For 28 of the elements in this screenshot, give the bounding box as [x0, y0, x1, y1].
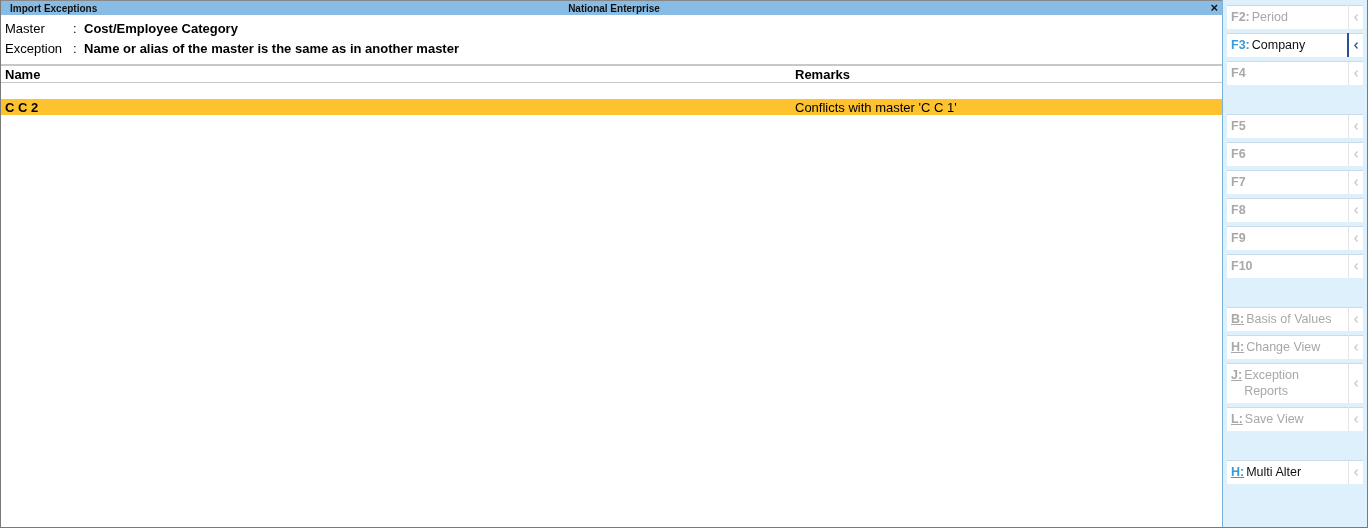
separator: :	[73, 41, 78, 57]
chevron-icon	[1354, 206, 1358, 214]
column-header: Name	[5, 66, 42, 82]
table-row[interactable]: C C 2 Conflicts with master 'C C 1'	[1, 99, 1222, 115]
chevron-icon	[1354, 234, 1358, 242]
chevron-icon	[1354, 178, 1358, 186]
chevron-icon	[1354, 41, 1358, 49]
info-value: Cost/Employee Category	[84, 21, 238, 37]
chevron-icon	[1354, 468, 1358, 476]
chevron-icon	[1354, 379, 1358, 387]
chevron-icon	[1354, 315, 1358, 323]
chevron-icon	[1354, 69, 1358, 77]
window-title: Import Exceptions	[10, 2, 99, 14]
chevron-icon	[1354, 415, 1358, 423]
chevron-icon	[1354, 122, 1358, 130]
chevron-icon	[1354, 262, 1358, 270]
info-label: Master	[5, 21, 46, 37]
table-cell-text: C C 2	[5, 99, 40, 115]
chevron-icon	[1354, 13, 1358, 21]
info-value: Name or alias of the master is the same as in another master	[84, 41, 459, 57]
chevron-icon	[1354, 343, 1358, 351]
company-name: National Enterprise	[568, 2, 660, 14]
close-button[interactable]: ×	[1210, 2, 1218, 14]
table-cell-text: Conflicts with master 'C C 1'	[795, 99, 958, 115]
separator: :	[73, 21, 78, 37]
column-header: Remarks	[795, 66, 851, 82]
chevron-icon	[1354, 150, 1358, 158]
info-label: Exception	[5, 41, 64, 57]
